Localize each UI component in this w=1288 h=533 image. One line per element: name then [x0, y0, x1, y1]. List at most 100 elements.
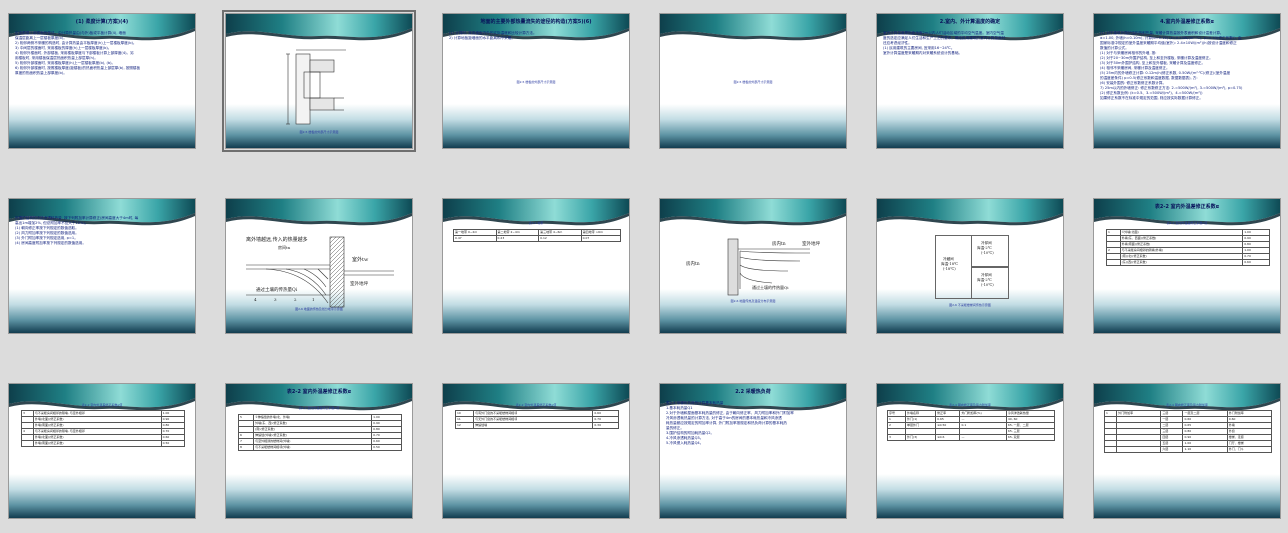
- body-line: 厚度的热面积热量上部厚度(b)。: [15, 71, 67, 75]
- temperature-distribution-diagram: 房内tn 室外地坪房内tn通过土壤的传热量Qi: [686, 238, 820, 296]
- slide-thumbnail-18[interactable]: 表2-4 朝向修正率及风力附加率 1 外门附加率 三层 一层及二层 外门附加率 一层 0.60…: [1093, 383, 1281, 519]
- slide-thumbnail-4[interactable]: 图2-5 楼板的外部尺寸示意图: [659, 13, 847, 149]
- figure-caption: 图2-5 楼板的外部尺寸示意图: [516, 80, 556, 84]
- slide-footer-gradient: [1094, 474, 1280, 518]
- slide-thumbnail-7[interactable]: 外围护结构的冷风渗透耗热量, 按下列附加率计算修正(房间高度大于4m时, 每高出…: [8, 198, 196, 334]
- slide-thumbnail-2[interactable]: 图2-5 楼板的外部尺寸示意图: [222, 10, 416, 152]
- slide-table: 1 外门附加率 三层 一层及二层 外门附加率 一层 0.60 0.60 二层 0.65 外墙 三层 0.…: [1103, 410, 1273, 453]
- table-caption: 表2-4 朝向修正率及风力附加率: [949, 403, 991, 407]
- table-cell: 65, 双层: [1005, 434, 1056, 441]
- slide-title: 4.室内外温差修正系数α: [1160, 19, 1214, 25]
- table-cell: 8: [237, 444, 255, 451]
- slide-body-text: 应该根据上部楼面的做法、由计算热量由(与外)板或平板计算(4), 墙面 保温层距离…: [15, 31, 189, 76]
- slide-table: 10 与有外门窗的不采暖楼梯间相邻 0.60 11 与无外门窗的不采暖楼梯间相邻 0.70…: [454, 410, 619, 429]
- slide-footer-gradient: [877, 104, 1063, 148]
- slide-thumbnail-17[interactable]: 表2-4 朝向修正率及风力附加率序号 外墙名称 修正率 外门附加率(%) 冷风渗透耗热量…: [876, 383, 1064, 519]
- slide-title: 表2-2 室内外温差修正系数α: [286, 389, 352, 395]
- table-cell: 3: [886, 434, 907, 441]
- table-cell: 0.12: [538, 235, 582, 242]
- slide-thumbnail-15[interactable]: 表2-2 室内外温差修正系数α值 10 与有外门窗的不采暖楼梯间相邻 0.60 11 与无…: [442, 383, 630, 519]
- slide-thumbnail-14[interactable]: 表2-2 室内外温差修正系数α 表2-2 室内外温差修正系数α值 5 ①伸缩缝的外墙(…: [225, 383, 413, 519]
- table-cell: 0.30: [592, 422, 619, 429]
- table-caption: 表2-2 室内外温差修正系数α值: [298, 406, 340, 410]
- diagram-label: 房内tn: [686, 260, 700, 267]
- table-row: 3 外门(3) ≤0.6—65, 双层: [886, 434, 1056, 441]
- table-cell: 0.47: [453, 235, 497, 242]
- table-cell: 与不采暖楼梯间相邻(外墙): [253, 444, 373, 451]
- table-caption: 表2-4 朝向修正率及风力附加率: [1166, 403, 1208, 407]
- slide-thumbnail-6[interactable]: 4.室内外温差修正系数α (1) 对于建筑外围护结构的耐热量, 采暖计算热量按外表…: [1093, 13, 1281, 149]
- slide-thumbnail-1[interactable]: (1) 柔度计算(方案)(4) 应该根据上部楼面的做法、由计算热量由(与外)板或平…: [8, 13, 196, 149]
- table-cell: [1116, 446, 1162, 453]
- figure-caption: 图2-6 地面的传热及划分地带示意图: [295, 307, 343, 311]
- table-row: 12 伸缩缝墙 0.30: [454, 422, 619, 429]
- diagram-label: 室外tw: [352, 256, 369, 263]
- table-cell: 六层: [1160, 446, 1184, 453]
- diagram-label: 通过土壤的传热量Qi: [752, 284, 789, 290]
- slide-thumbnail-5[interactable]: 2.室内、外计算温度的确定 室内计算温度是指距地面2m以内人们活动区域的平均空气温…: [876, 13, 1064, 149]
- diagram-label: 4: [254, 297, 257, 302]
- figure-caption: 图2-6 地面传热及温度分布示意图: [730, 299, 776, 303]
- slide-footer-gradient: [9, 474, 195, 518]
- diagram-label: 房间tn: [278, 244, 291, 250]
- slide-body-text: 表2-3 采暖热负荷的计算基本耗热量 1.基本耗热量Q1 2.对于外墙和屋面基本耗热…: [666, 401, 840, 446]
- figure-caption: 图2-5 楼板的外部尺寸示意图: [733, 80, 773, 84]
- slide-thumbnail-11[interactable]: 冷藏间 库温-18℃ (-18℃) 冷却间 库温-2℃ (-10℃) 冷却间 库温-2℃ (-1…: [876, 198, 1064, 334]
- slide-table: 序号 外墙名称 修正率 外门附加率(%) 冷风渗透耗热量 1 外门(1) 0.65—40, 6…: [886, 410, 1056, 441]
- table-cell: [1103, 446, 1118, 453]
- slide-thumbnail-3[interactable]: 地面的主要外部热量流失的途径的构造(方案5)(6) (1) 计算时, 采用楼板内外…: [442, 13, 630, 149]
- table-cell: [1106, 259, 1121, 266]
- slide-footer-gradient: [1094, 104, 1280, 148]
- slide-title: 表2-2 室内外温差修正系数α: [1154, 204, 1220, 210]
- table-row: (东)(西)(修正系数) 0.60: [1106, 259, 1270, 266]
- slide-footer-gradient: [9, 104, 195, 148]
- diagram-label: 室外地坪: [802, 240, 820, 247]
- slide-footer-gradient: [660, 474, 846, 518]
- slide-footer-gradient: [226, 474, 412, 518]
- table-cell: 0.23: [495, 235, 540, 242]
- table-cell: [21, 440, 34, 447]
- table-caption: 表2-2 室内外温差修正系数α值: [1166, 221, 1208, 225]
- slide-title: 地面的主要外部热量流失的途径的构造(方案5)(6): [480, 19, 592, 25]
- slide-thumbnail-16[interactable]: 2.2 采暖热负荷 表2-3 采暖热负荷的计算基本耗热量 1.基本耗热量Q1 2.对于…: [659, 383, 847, 519]
- ground-zone-table: 第一地带 0~2m 第二地带 2~4m 第三地带 4~6m 第四地带 >6m 0.47 0…: [453, 229, 622, 242]
- slide-thumbnail-12[interactable]: 表2-2 室内外温差修正系数α 表2-2 室内外温差修正系数α值 1 ①外墙(北面) 1…: [1093, 198, 1281, 334]
- table-row: 六层 1.10 外门、门斗: [1103, 446, 1273, 453]
- slide-body-text: 室内计算温度是指距地面2m以内人们活动区域的平均空气温度。室内空气温 度的选定应满…: [883, 31, 1057, 56]
- room-label: (-10℃): [981, 251, 994, 255]
- table-cell: 1.10: [1182, 446, 1228, 453]
- slide-thumbnail-10[interactable]: 房内tn 室外地坪 房内tn 通过土壤的传热量Qi 图2-6 地面传热及温度分布示意图: [659, 198, 847, 334]
- table-cell: 外门、门斗: [1226, 446, 1273, 453]
- slide-body-text: 外围护结构的冷风渗透耗热量, 按下列附加率计算修正(房间高度大于4m时, 每高出…: [15, 216, 189, 246]
- table-cell: (东)(西)(修正系数): [1119, 259, 1244, 266]
- slide-thumbnail-13[interactable]: 表2-2 室内外温差修正系数α值 3 与不采暖房间相邻的隔墙, 与室外相邻 1.00 外…: [8, 383, 196, 519]
- slide-table: 1 ①外墙(北面) 1.00 外墙(东、西面)(修正系数) 0.90 外墙(南面)(修正系…: [1106, 229, 1270, 266]
- table-cell: 0.50: [371, 444, 402, 451]
- slide-header-banner: [660, 14, 846, 41]
- slide-thumbnail-9[interactable]: 表2-1 地带 第一地带 0~2m 第二地带 2~4m 第三地带 4~6m 第四地带 >…: [442, 198, 630, 334]
- table-cell: 外墙(南面)(修正系数): [32, 440, 162, 447]
- diagram-label: 通过土壤的传热量Qi: [256, 286, 298, 293]
- table-cell: ≤0.6: [935, 434, 961, 441]
- table-cell: 0.50: [160, 440, 186, 447]
- room-label: (-10℃): [981, 283, 994, 287]
- body-line: 室外计算温度是采暖期内对采暖系统设计的基础。: [883, 51, 963, 55]
- diagram-label: 2: [294, 297, 297, 302]
- body-line: 如果修正系数不在标准中规定的范围, 则应按实际数据计算修正。: [1100, 96, 1203, 100]
- slide-footer-gradient: [877, 474, 1063, 518]
- slide-body-text: (1) 对于建筑外围护结构的耐热量, 采暖计算热量按外表面积和设计温差计算。 α=…: [1100, 31, 1274, 101]
- slide-thumbnail-8[interactable]: 离外墙越远,传入的热量越多 房间tn 室外tw 室外地坪 通过土壤的传热量Qi 4 3 2 1 图…: [225, 198, 413, 334]
- figure-caption: 图2-5 楼板的外部尺寸示意图: [299, 130, 339, 134]
- slide-footer-gradient: [443, 104, 629, 148]
- table-caption: 表2-2 室内外温差修正系数α值: [81, 403, 123, 407]
- body-line: 2) 计算地板距墙面的水平距离和不采暖。: [449, 36, 515, 40]
- slide-footer-gradient: [660, 104, 846, 148]
- diagram-label: 房内tn: [772, 240, 786, 247]
- body-line: 5.冷风侵入耗热量Q4。: [666, 441, 704, 445]
- table-cell: —: [959, 434, 1007, 441]
- slide-table: 5 ①伸缩缝的外墙(北、外墙) 1.00 外墙(东、西)(修正系数) 0.90 (南)(修…: [237, 414, 402, 451]
- table-cell: 外门(3): [905, 434, 937, 441]
- slide-footer-gradient: [443, 474, 629, 518]
- slide-header-banner: [877, 199, 1063, 226]
- ground-heat-transfer-diagram: 离外墙越远,传入的热量越多房间tn 室外tw 室外地坪通过土壤的传热量Qi 4 3 2 1: [246, 236, 394, 308]
